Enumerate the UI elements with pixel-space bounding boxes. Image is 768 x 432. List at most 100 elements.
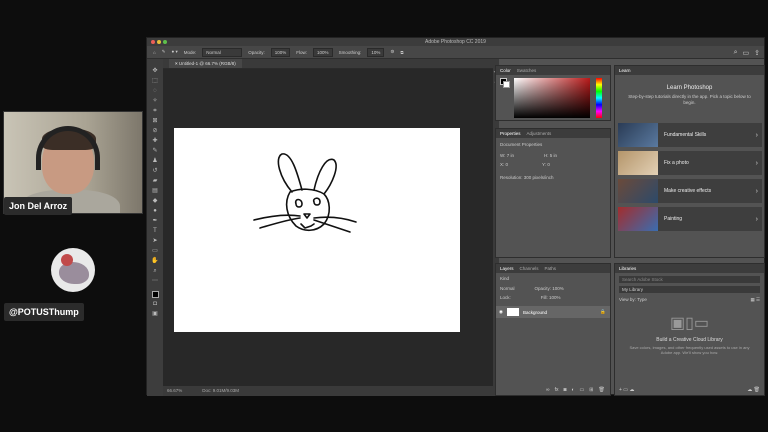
learn-card-fundamental-skills[interactable]: Fundamental Skills › [618,123,762,147]
learn-subtitle: Step-by-step tutorials directly in the a… [628,94,751,105]
document-canvas[interactable] [174,128,460,332]
tab-swatches[interactable]: Swatches [517,66,537,75]
minimize-button[interactable] [157,40,161,44]
document-tab-bar: × Untitled-1 @ 66.7% (RGB/8) [163,59,493,69]
link-layers-icon[interactable]: ∞ [546,387,550,393]
eyedropper-tool-icon[interactable]: ⊘ [151,127,160,135]
library-trash-icon[interactable]: ☁ 🗑 [747,387,760,393]
color-field[interactable] [514,78,590,118]
workspace-icon[interactable]: ▭ [743,49,750,57]
quick-mask-icon[interactable]: ◘ [151,300,160,308]
layer-fill[interactable]: Fill: 100% [541,295,561,300]
share-icon[interactable]: ⇪ [754,49,760,57]
visibility-eye-icon[interactable]: ◉ [499,309,503,315]
layer-thumbnail [506,308,519,316]
layer-opacity[interactable]: Opacity: 100% [535,286,564,291]
options-bar: ⌂ ✎ ● ▾ Mode: Normal Opacity: 100% Flow:… [147,46,764,59]
trash-icon[interactable]: 🗑 [598,387,604,393]
card-thumbnail [618,123,658,147]
tab-learn[interactable]: Learn [619,66,631,75]
guest-avatar [51,248,95,292]
move-tool-icon[interactable]: ✥ [151,67,160,75]
library-cta-title: Build a Creative Cloud Library [656,337,723,343]
layer-filter[interactable]: Kind [496,273,610,284]
type-tool-icon[interactable]: T [151,227,160,235]
dodge-tool-icon[interactable]: ● [151,207,160,215]
tab-untitled-1[interactable]: × Untitled-1 @ 66.7% (RGB/8) [169,59,242,68]
more-tools-icon[interactable]: ⋯ [151,277,160,285]
view-by-select[interactable]: View by: Type [619,297,647,303]
quick-select-tool-icon[interactable]: ✧ [151,97,160,105]
tab-libraries[interactable]: Libraries [619,264,636,273]
learn-title: Learn Photoshop [666,85,713,91]
symmetry-icon[interactable]: ⧉ [400,50,403,55]
brush-tool-icon[interactable]: ✎ [162,49,166,55]
pen-tool-icon[interactable]: ✒ [151,217,160,225]
layer-row[interactable]: ◉ Background 🔒 [496,306,610,318]
brush-tool-icon[interactable]: ✎ [151,147,160,155]
mode-select[interactable]: Normal [202,47,243,57]
tab-adjustments[interactable]: Adjustments [527,129,552,138]
y-field[interactable]: 0 [547,162,550,167]
chevron-right-icon: › [755,187,758,195]
smoothing-field[interactable]: 10% [367,47,385,57]
x-field[interactable]: 0 [506,162,509,167]
fx-icon[interactable]: fx [555,387,559,393]
foreground-color-swatch[interactable] [151,291,159,298]
learn-card-creative-effects[interactable]: Make creative effects › [618,179,762,203]
layers-panel: Layers Channels Paths Kind Normal Opacit… [495,263,611,396]
lasso-tool-icon[interactable]: ◌ [151,87,160,95]
color-swatch-pair[interactable] [500,78,510,88]
width-field[interactable]: 7 in [507,153,514,158]
screen-mode-icon[interactable]: ▣ [151,310,160,318]
adjustment-layer-icon[interactable]: ◐ [572,387,575,393]
tab-paths[interactable]: Paths [545,264,557,273]
marquee-tool-icon[interactable]: ⬚ [151,77,160,85]
zoom-tool-icon[interactable]: ⌕ [151,267,160,275]
new-layer-icon[interactable]: ⊞ [589,387,593,393]
title-bar: Adobe Photoshop CC 2019 [147,38,764,46]
status-bar: 66.67% Doc: 9.01M/9.03M [163,386,493,396]
blur-tool-icon[interactable]: ◆ [151,197,160,205]
stream-frame: Jon Del Arroz @POTUSThump Adobe Photosho… [0,0,768,432]
hand-tool-icon[interactable]: ✋ [151,257,160,265]
stock-search-input[interactable]: Search Adobe Stock [619,276,760,283]
brush-preset-picker[interactable]: ● ▾ [172,49,178,55]
zoom-button[interactable] [163,40,167,44]
frame-tool-icon[interactable]: ⊠ [151,117,160,125]
hue-slider[interactable] [596,78,602,118]
search-icon[interactable]: ⌕ [734,49,738,57]
mask-icon[interactable]: ◙ [563,387,566,393]
crop-tool-icon[interactable]: ⌗ [151,107,160,115]
settings-gear-icon[interactable]: ⚙ [390,49,394,55]
history-brush-icon[interactable]: ↺ [151,167,160,175]
opacity-field[interactable]: 100% [270,47,291,57]
eraser-tool-icon[interactable]: ▰ [151,177,160,185]
gradient-tool-icon[interactable]: ▤ [151,187,160,195]
blend-mode-select[interactable]: Normal [500,286,515,291]
doc-size: Doc: 9.01M/9.03M [202,388,240,393]
add-content-icon[interactable]: + ▭ ☁ [619,387,634,393]
close-button[interactable] [151,40,155,44]
zoom-level[interactable]: 66.67% [167,386,182,396]
tab-channels[interactable]: Channels [520,264,539,273]
tools-panel: ✥ ⬚ ◌ ✧ ⌗ ⊠ ⊘ ✚ ✎ ♟ ↺ ▰ ▤ ◆ ● ✒ T ➤ ▭ ✋ … [147,59,163,396]
guest-name-tag: @POTUSThump [4,303,84,321]
new-group-icon[interactable]: ▭ [580,387,585,393]
healing-tool-icon[interactable]: ✚ [151,137,160,145]
shape-tool-icon[interactable]: ▭ [151,247,160,255]
tab-layers[interactable]: Layers [500,264,514,273]
flow-field[interactable]: 100% [313,47,333,57]
path-select-tool-icon[interactable]: ➤ [151,237,160,245]
learn-card-painting[interactable]: Painting › [618,207,762,231]
learn-card-fix-a-photo[interactable]: Fix a photo › [618,151,762,175]
resolution-text: Resolution: 300 pixels/inch [500,175,554,180]
tab-properties[interactable]: Properties [500,129,521,138]
tab-color[interactable]: Color [500,66,511,75]
stamp-tool-icon[interactable]: ♟ [151,157,160,165]
grid-view-icon[interactable]: ▦ ☰ [750,297,760,303]
library-select[interactable]: My Library [619,286,760,293]
library-cta-body: Save colors, images, and other frequentl… [629,345,750,355]
home-icon[interactable]: ⌂ [153,50,156,55]
height-field[interactable]: 5 in [550,153,557,158]
